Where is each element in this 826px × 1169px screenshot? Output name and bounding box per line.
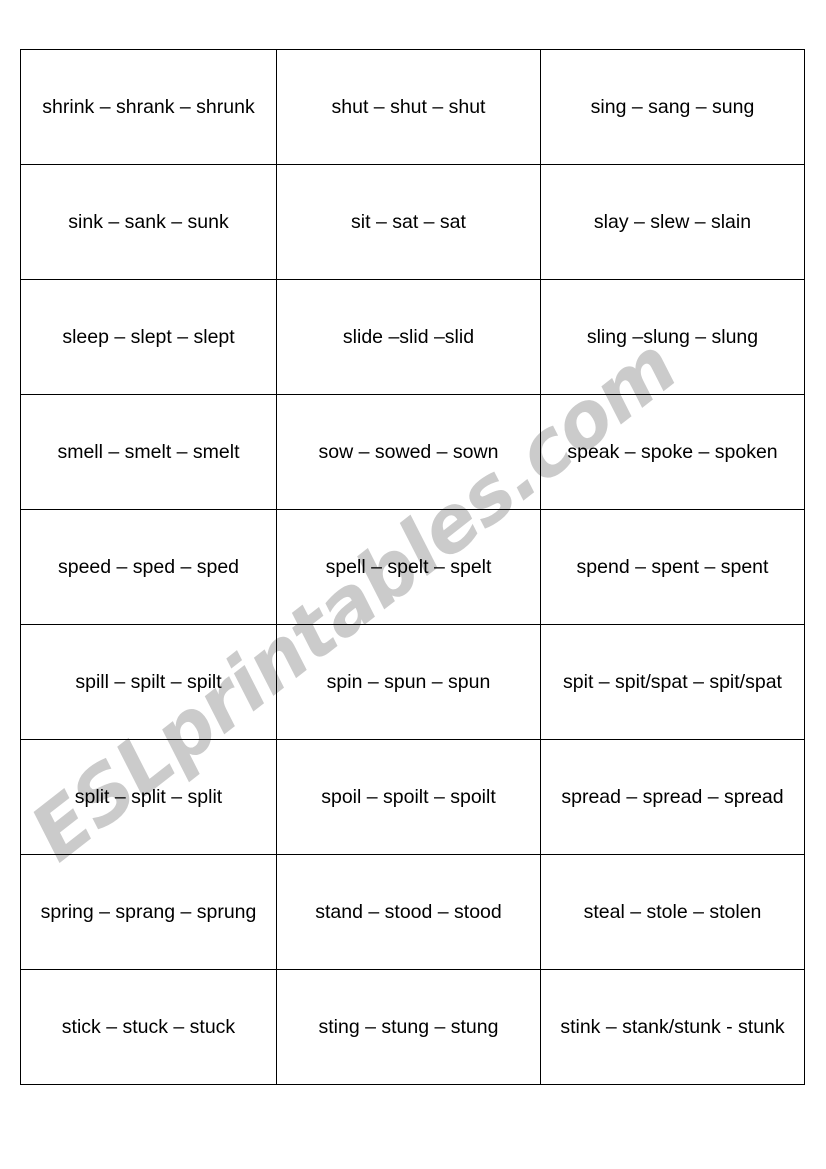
- verb-cell: stink – stank/stunk - stunk: [540, 969, 805, 1085]
- verb-forms-text: spend – spent – spent: [576, 555, 769, 578]
- table-row: sink – sank – sunk sit – sat – sat slay …: [20, 164, 805, 280]
- verb-forms-text: stink – stank/stunk - stunk: [560, 1015, 785, 1038]
- worksheet-page: ESLprintables.com shrink – shrank – shru…: [0, 0, 826, 1169]
- verb-cell: stand – stood – stood: [276, 854, 541, 970]
- verb-cell: sing – sang – sung: [540, 49, 805, 165]
- verb-forms-text: split – split – split: [74, 785, 223, 808]
- verb-forms-text: spit – spit/spat – spit/spat: [563, 670, 782, 693]
- verb-forms-text: spread – spread – spread: [561, 785, 784, 808]
- verb-forms-text: stick – stuck – stuck: [61, 1015, 236, 1038]
- verb-cell: spell – spelt – spelt: [276, 509, 541, 625]
- verb-forms-text: spill – spilt – spilt: [75, 670, 222, 693]
- verb-cell: sling –slung – slung: [540, 279, 805, 395]
- verb-forms-text: smell – smelt – smelt: [57, 440, 240, 463]
- table-row: stick – stuck – stuck sting – stung – st…: [20, 969, 805, 1085]
- verb-cell: spin – spun – spun: [276, 624, 541, 740]
- table-row: spill – spilt – spilt spin – spun – spun…: [20, 624, 805, 740]
- verb-forms-text: sit – sat – sat: [351, 210, 466, 233]
- verb-cell: spill – spilt – spilt: [20, 624, 277, 740]
- table-row: shrink – shrank – shrunk shut – shut – s…: [20, 49, 805, 165]
- verb-cell: sleep – slept – slept: [20, 279, 277, 395]
- verb-forms-text: sleep – slept – slept: [62, 325, 235, 348]
- verb-cell: steal – stole – stolen: [540, 854, 805, 970]
- verb-forms-text: spring – sprang – sprung: [40, 900, 257, 923]
- verb-forms-text: sling –slung – slung: [586, 325, 759, 348]
- verb-forms-text: slay – slew – slain: [593, 210, 752, 233]
- verb-forms-text: speak – spoke – spoken: [567, 440, 778, 463]
- verb-forms-text: spin – spun – spun: [326, 670, 491, 693]
- table-row: sleep – slept – slept slide –slid –slid …: [20, 279, 805, 395]
- verb-forms-text: sow – sowed – sown: [318, 440, 499, 463]
- verb-cell: split – split – split: [20, 739, 277, 855]
- verb-cell: spoil – spoilt – spoilt: [276, 739, 541, 855]
- irregular-verbs-table: shrink – shrank – shrunk shut – shut – s…: [20, 49, 805, 1085]
- verb-cell: smell – smelt – smelt: [20, 394, 277, 510]
- verb-forms-text: shut – shut – shut: [331, 95, 486, 118]
- table-row: smell – smelt – smelt sow – sowed – sown…: [20, 394, 805, 510]
- verb-forms-text: spoil – spoilt – spoilt: [321, 785, 496, 808]
- verb-cell: spit – spit/spat – spit/spat: [540, 624, 805, 740]
- verb-cell: shrink – shrank – shrunk: [20, 49, 277, 165]
- verb-forms-text: sink – sank – sunk: [68, 210, 229, 233]
- verb-cell: sink – sank – sunk: [20, 164, 277, 280]
- verb-forms-text: sting – stung – stung: [318, 1015, 499, 1038]
- verb-cell: slay – slew – slain: [540, 164, 805, 280]
- verb-cell: stick – stuck – stuck: [20, 969, 277, 1085]
- verb-forms-text: slide –slid –slid: [342, 325, 475, 348]
- verb-forms-text: steal – stole – stolen: [583, 900, 762, 923]
- verb-cell: speed – sped – sped: [20, 509, 277, 625]
- table-row: split – split – split spoil – spoilt – s…: [20, 739, 805, 855]
- table-row: spring – sprang – sprung stand – stood –…: [20, 854, 805, 970]
- verb-cell: spring – sprang – sprung: [20, 854, 277, 970]
- verb-cell: sit – sat – sat: [276, 164, 541, 280]
- verb-cell: spend – spent – spent: [540, 509, 805, 625]
- verb-cell: speak – spoke – spoken: [540, 394, 805, 510]
- verb-cell: sow – sowed – sown: [276, 394, 541, 510]
- verb-cell: shut – shut – shut: [276, 49, 541, 165]
- verb-forms-text: sing – sang – sung: [590, 95, 755, 118]
- verb-cell: slide –slid –slid: [276, 279, 541, 395]
- verb-forms-text: shrink – shrank – shrunk: [42, 95, 255, 118]
- verb-cell: sting – stung – stung: [276, 969, 541, 1085]
- verb-cell: spread – spread – spread: [540, 739, 805, 855]
- verb-forms-text: speed – sped – sped: [57, 555, 240, 578]
- verb-forms-text: spell – spelt – spelt: [325, 555, 492, 578]
- table-row: speed – sped – sped spell – spelt – spel…: [20, 509, 805, 625]
- verb-forms-text: stand – stood – stood: [315, 900, 502, 923]
